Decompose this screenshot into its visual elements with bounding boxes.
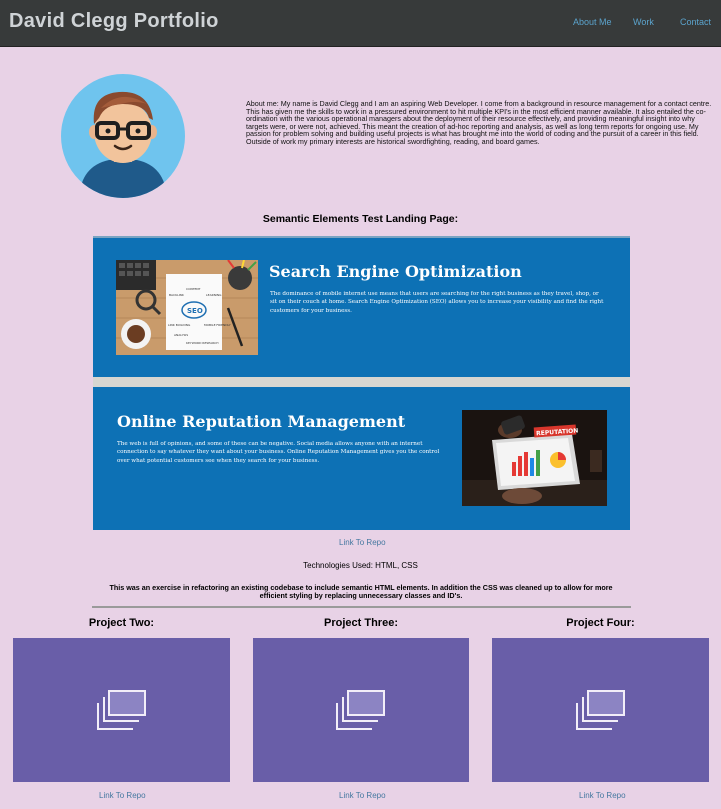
seo-image-label-link-building: LINK BUILDING — [168, 323, 191, 327]
seo-image-label: SEO — [187, 307, 203, 315]
site-header: David Clegg Portfolio About Me Work Cont… — [0, 0, 721, 47]
seo-image-label-content: CONTENT — [186, 287, 201, 291]
project-four-repo-link[interactable]: Link To Repo — [579, 791, 626, 800]
project-three-card[interactable] — [253, 638, 469, 782]
image-placeholder-icon — [336, 690, 385, 730]
seo-image-label-backlink: BACKLINK — [169, 293, 185, 297]
profile-avatar — [61, 74, 185, 198]
seo-body: The dominance of mobile internet use mea… — [270, 291, 604, 314]
project-one-description: This was an exercise in refactoring an e… — [109, 583, 613, 600]
site-brand[interactable]: David Clegg Portfolio — [9, 10, 219, 33]
image-placeholder-icon — [96, 690, 146, 730]
project-one-title: Semantic Elements Test Landing Page: — [262, 213, 459, 225]
seo-image-label-keyword-research: KEYWORD RESEARCH — [186, 341, 219, 345]
reputation-image: REPUTATION — [462, 410, 607, 506]
seo-image-label-mobile-friendly: MOBILE FRIENDLY — [204, 323, 231, 327]
seo-image: SEO CONTENT BACKLINK LEARNING LINK BUILD… — [116, 260, 258, 355]
nav-link-work[interactable]: Work — [633, 17, 654, 27]
feature-divider — [93, 377, 630, 387]
project-two-repo-link[interactable]: Link To Repo — [99, 791, 146, 800]
seo-image-label-learning: LEARNING — [206, 293, 222, 297]
nav-link-contact[interactable]: Contact — [680, 17, 711, 27]
seo-title: Search Engine Optimization — [269, 262, 522, 281]
project-four-card[interactable] — [492, 638, 709, 782]
project-two-title: Project Two: — [88, 617, 155, 629]
feature-reputation: Online Reputation Management The web is … — [93, 387, 630, 530]
nav-link-about-me[interactable]: About Me — [573, 17, 612, 27]
section-divider — [92, 606, 631, 608]
reputation-title: Online Reputation Management — [117, 412, 406, 431]
technologies-used: Technologies Used: HTML, CSS — [303, 561, 418, 570]
feature-seo: SEO CONTENT BACKLINK LEARNING LINK BUILD… — [93, 236, 630, 379]
reputation-body: The web is full of opinions, and some of… — [117, 441, 440, 464]
project-four-title: Project Four: — [566, 617, 635, 629]
project-three-repo-link[interactable]: Link To Repo — [339, 791, 386, 800]
image-placeholder-icon — [575, 690, 625, 730]
about-me-text: About me: My name is David Clegg and I a… — [246, 99, 712, 146]
project-one-repo-link[interactable]: Link To Repo — [339, 538, 386, 547]
seo-image-label-analysis: ANALYSIS — [174, 333, 188, 337]
project-three-title: Project Three: — [324, 617, 398, 629]
project-two-card[interactable] — [13, 638, 230, 782]
